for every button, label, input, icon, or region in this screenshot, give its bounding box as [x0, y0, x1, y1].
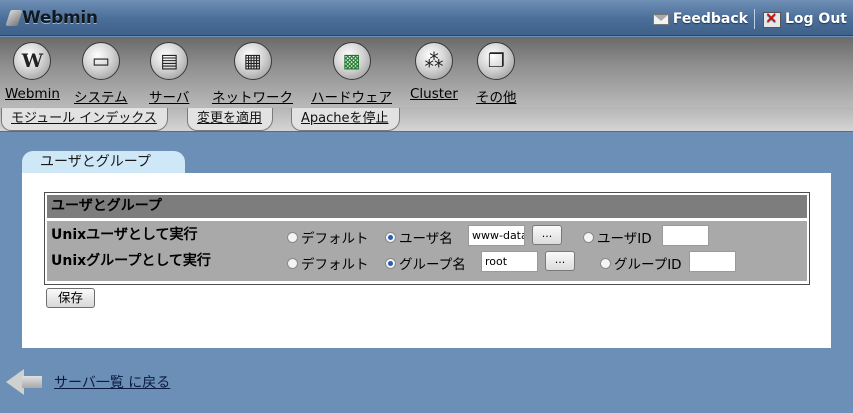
form-body: Unixユーザとして実行 デフォルト ユーザ名 www-data ... ユーザ…: [47, 221, 807, 281]
group-name-input[interactable]: root: [481, 251, 538, 272]
group-name-option[interactable]: グループ名: [385, 253, 466, 273]
tab-apply-changes[interactable]: 変更を適用: [187, 108, 274, 131]
feedback-label: Feedback: [672, 11, 748, 27]
category-servers[interactable]: ▤ サーバ: [149, 42, 189, 106]
content-panel: ユーザとグループ Unixユーザとして実行 デフォルト ユーザ名 www-dat…: [22, 173, 831, 348]
windows-icon: ❐: [477, 42, 516, 80]
group-name-radio[interactable]: [385, 257, 396, 269]
option-label: グループ名: [399, 257, 466, 273]
user-id-input[interactable]: [662, 225, 709, 246]
category-bar: W Webmin ▭ システム ▤ サーバ ▦ ネットワーク ▩ ハードウェア …: [0, 37, 853, 107]
envelope-icon: [652, 13, 669, 25]
webmin-logo[interactable]: Webmin: [6, 7, 98, 29]
user-default-radio[interactable]: [287, 231, 298, 243]
user-name-input[interactable]: www-data: [468, 225, 525, 246]
group-browse-button[interactable]: ...: [545, 251, 575, 271]
category-label: ネットワーク: [212, 90, 293, 106]
save-button[interactable]: 保存: [46, 288, 95, 308]
logout-label: Log Out: [785, 11, 847, 27]
network-icon: ▦: [233, 42, 272, 80]
run-as-group-label: Unixグループとして実行: [51, 253, 211, 269]
computer-icon: ▭: [81, 42, 120, 80]
user-default-option[interactable]: デフォルト: [287, 227, 369, 247]
webmin-logo-icon: W: [13, 42, 52, 80]
category-label: その他: [476, 90, 517, 106]
user-name-radio[interactable]: [385, 231, 396, 243]
category-label: Webmin: [5, 86, 60, 102]
group-id-option[interactable]: グループID: [600, 253, 682, 273]
category-label: サーバ: [149, 90, 190, 106]
group-default-option[interactable]: デフォルト: [287, 253, 369, 273]
return-link-label: サーバ一覧 に戻る: [54, 375, 171, 391]
circuit-board-icon: ▩: [332, 42, 371, 80]
option-label: ユーザID: [597, 231, 652, 247]
module-tabs-row: モジュール インデックス 変更を適用 Apacheを停止: [0, 107, 853, 132]
category-system[interactable]: ▭ システム: [74, 42, 128, 106]
option-label: グループID: [614, 257, 682, 273]
group-default-radio[interactable]: [287, 257, 298, 269]
app-title: Webmin: [22, 8, 98, 28]
category-label: ハードウェア: [311, 90, 392, 106]
category-network[interactable]: ▦ ネットワーク: [212, 42, 293, 106]
user-id-option[interactable]: ユーザID: [583, 227, 652, 247]
category-webmin[interactable]: W Webmin: [5, 42, 60, 102]
category-others[interactable]: ❐ その他: [476, 42, 517, 106]
divider: [754, 9, 755, 29]
category-label: システム: [74, 90, 128, 106]
title-bar: Webmin Feedback Log Out: [0, 0, 853, 36]
option-label: デフォルト: [301, 257, 369, 273]
cluster-icon: ⁂: [414, 42, 453, 80]
user-name-option[interactable]: ユーザ名: [385, 227, 453, 247]
user-id-radio[interactable]: [583, 231, 594, 243]
logout-link[interactable]: Log Out: [761, 9, 847, 28]
return-link[interactable]: サーバ一覧 に戻る: [6, 368, 170, 396]
group-id-input[interactable]: [689, 251, 736, 272]
back-arrow-icon: [6, 368, 44, 396]
user-browse-button[interactable]: ...: [532, 225, 562, 245]
webmin-logo-icon: [6, 7, 22, 29]
run-as-user-label: Unixユーザとして実行: [51, 227, 198, 243]
tab-stop-apache[interactable]: Apacheを停止: [291, 108, 400, 131]
group-id-radio[interactable]: [600, 257, 611, 269]
category-label: Cluster: [410, 86, 458, 102]
users-groups-form: ユーザとグループ Unixユーザとして実行 デフォルト ユーザ名 www-dat…: [44, 192, 810, 285]
category-cluster[interactable]: ⁂ Cluster: [410, 42, 458, 102]
option-label: デフォルト: [301, 231, 369, 247]
server-icon: ▤: [150, 42, 189, 80]
form-header: ユーザとグループ: [47, 195, 807, 218]
section-tab: ユーザとグループ: [22, 151, 185, 174]
option-label: ユーザ名: [399, 231, 453, 247]
category-hardware[interactable]: ▩ ハードウェア: [311, 42, 392, 106]
logout-icon: [761, 9, 781, 28]
tab-module-index[interactable]: モジュール インデックス: [1, 108, 168, 131]
feedback-link[interactable]: Feedback: [652, 11, 748, 27]
